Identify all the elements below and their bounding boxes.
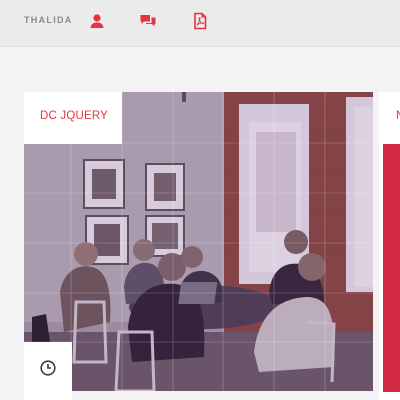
clock-icon [39,359,57,377]
card-title[interactable]: DC JQUERY [40,110,108,122]
next-card-image[interactable] [383,144,400,392]
chat-icon[interactable] [139,12,157,30]
top-bar: THALIDA [0,0,400,47]
brand-name[interactable]: THALIDA [24,15,73,25]
next-card-title[interactable]: N [396,110,400,122]
user-icon[interactable] [88,12,106,30]
pdf-icon[interactable] [191,12,209,30]
